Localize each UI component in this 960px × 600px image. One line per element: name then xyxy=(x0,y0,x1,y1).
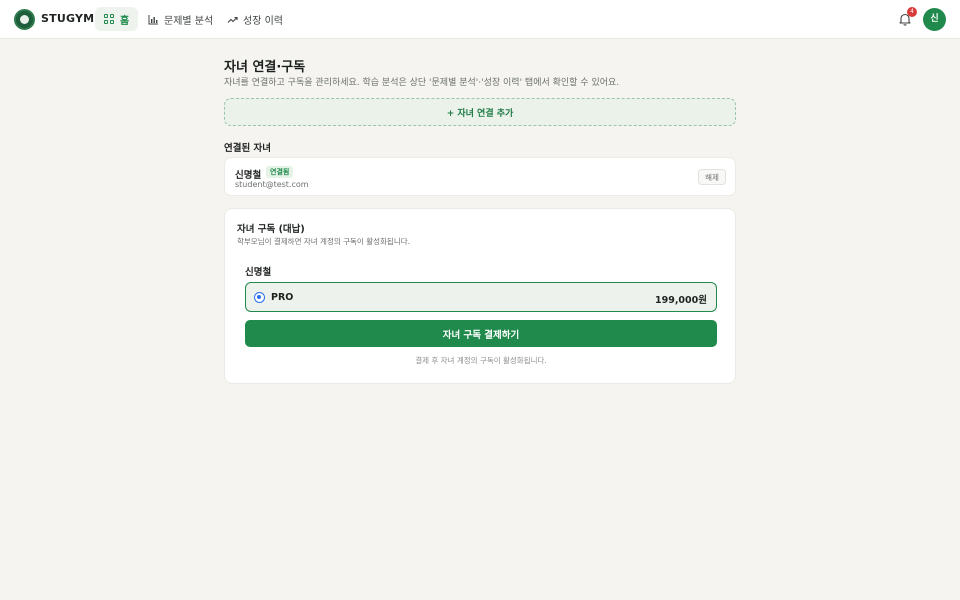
bar-chart-icon xyxy=(148,14,158,24)
unlink-child-button[interactable]: 해제 xyxy=(698,169,726,185)
page-title: 자녀 연결·구독 xyxy=(224,60,306,75)
subscription-child-name: 신명철 xyxy=(245,267,272,278)
user-avatar[interactable]: 신 xyxy=(923,8,946,31)
top-navigation-bar: STUGYM 홈 문제별 분석 성장 이력 4 신 xyxy=(0,0,960,39)
child-email: student@test.com xyxy=(235,180,309,189)
page-subtitle: 자녀를 연결하고 구독을 관리하세요. 학습 분석은 상단 '문제별 분석'·'… xyxy=(224,78,620,88)
payment-note: 결제 후 자녀 계정의 구독이 활성화됩니다. xyxy=(415,356,547,365)
add-child-connection-button[interactable]: + 자녀 연결 추가 xyxy=(224,98,736,126)
stugym-logo-icon[interactable] xyxy=(14,9,35,30)
nav-tab-home-label: 홈 xyxy=(120,15,130,27)
subscription-title: 자녀 구독 (대납) xyxy=(237,224,305,235)
child-name: 신명철 xyxy=(235,170,262,181)
nav-tab-history-label: 성장 이력 xyxy=(243,15,283,27)
trend-up-icon xyxy=(227,16,238,23)
child-subscription-card: 자녀 구독 (대납) 학부모님이 결제하면 자녀 계정의 구독이 활성화됩니다.… xyxy=(224,208,736,384)
plan-price: 199,000원 xyxy=(654,295,707,306)
brand-name[interactable]: STUGYM xyxy=(41,12,94,25)
nav-tab-analysis-label: 문제별 분석 xyxy=(164,15,214,27)
nav-tab-history[interactable]: 성장 이력 xyxy=(218,7,292,31)
nav-tab-home[interactable]: 홈 xyxy=(95,7,139,31)
plan-option-pro[interactable]: PRO 199,000원 xyxy=(245,282,717,312)
pay-subscription-button[interactable]: 자녀 구독 결제하기 xyxy=(245,320,717,347)
connected-child-card: 신명철 연결됨 student@test.com 해제 xyxy=(224,157,736,196)
nav-tab-analysis[interactable]: 문제별 분석 xyxy=(139,7,222,31)
subscription-description: 학부모님이 결제하면 자녀 계정의 구독이 활성화됩니다. xyxy=(237,237,411,246)
connected-children-heading: 연결된 자녀 xyxy=(224,143,272,154)
plan-radio-selected[interactable] xyxy=(254,292,265,303)
status-badge: 연결됨 xyxy=(266,166,294,178)
plan-name: PRO xyxy=(271,292,294,303)
notification-count-badge: 4 xyxy=(907,7,917,17)
grid-icon xyxy=(104,13,115,25)
